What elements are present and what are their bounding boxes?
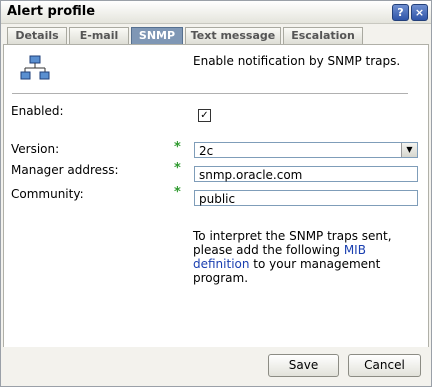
dialog-title: Alert profile — [7, 4, 96, 19]
intro-text: Enable notification by SNMP traps. — [193, 54, 401, 68]
tab-email[interactable]: E-mail — [69, 27, 129, 44]
version-value: 2c — [199, 144, 214, 158]
manager-address-input[interactable]: snmp.oracle.com — [194, 166, 418, 182]
required-marker: * — [174, 185, 181, 200]
version-label: Version: — [11, 142, 60, 156]
help-icon[interactable]: ? — [392, 4, 409, 21]
save-button[interactable]: Save — [268, 354, 339, 377]
tab-details[interactable]: Details — [7, 27, 67, 44]
alert-profile-dialog: Alert profile ? × Details E-mail SNMP Te… — [0, 0, 432, 387]
close-icon[interactable]: × — [411, 4, 428, 21]
tab-text-message[interactable]: Text message — [185, 27, 281, 44]
tab-escalation[interactable]: Escalation — [283, 27, 363, 44]
dialog-footer: Save Cancel — [1, 347, 431, 386]
cancel-button[interactable]: Cancel — [348, 354, 421, 377]
tab-snmp[interactable]: SNMP — [131, 27, 183, 45]
enabled-label: Enabled: — [11, 104, 64, 118]
title-bar: Alert profile ? × — [1, 1, 431, 24]
required-marker: * — [174, 140, 181, 155]
manager-address-label: Manager address: — [11, 163, 119, 177]
snmp-panel: Enable notification by SNMP traps. Enabl… — [3, 44, 429, 349]
required-marker: * — [174, 161, 181, 176]
community-input[interactable]: public — [194, 190, 418, 206]
network-icon — [20, 55, 50, 80]
mib-info-text: To interpret the SNMP traps sent, please… — [193, 229, 415, 285]
chevron-down-icon[interactable]: ▼ — [401, 143, 417, 157]
enabled-checkbox[interactable]: ✓ — [198, 109, 211, 122]
community-label: Community: — [11, 187, 84, 201]
divider — [12, 93, 408, 94]
version-select[interactable]: 2c ▼ — [194, 142, 418, 158]
